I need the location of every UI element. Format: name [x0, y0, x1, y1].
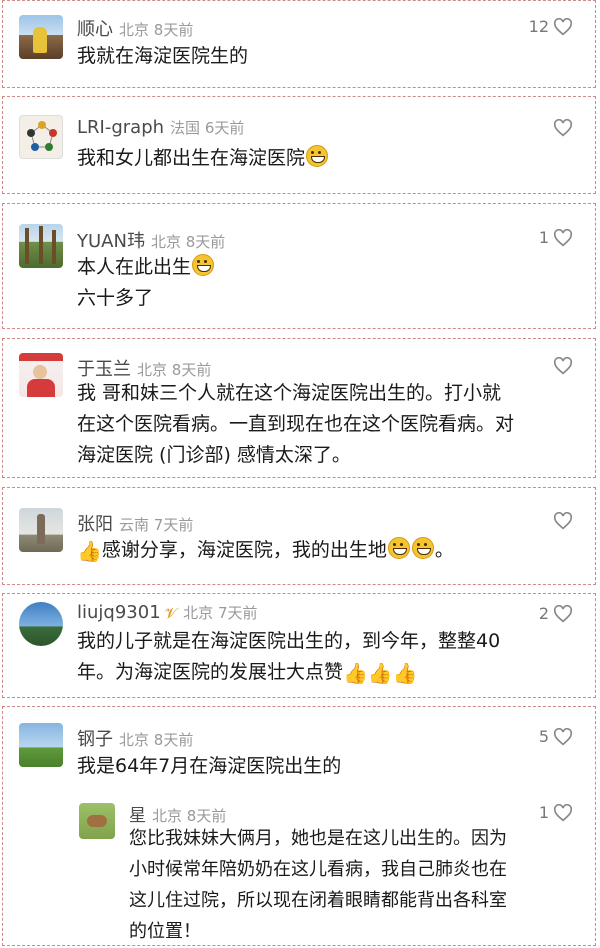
grin-emoji-icon [306, 145, 329, 167]
graph-logo-icon [27, 121, 57, 151]
location-time: 云南 7天前 [119, 516, 194, 534]
comment-card: 张阳 云南 7天前 👍感谢分享，海淀医院，我的出生地。 [2, 487, 596, 585]
location-time: 北京 8天前 [150, 233, 226, 251]
grin-emoji-icon [411, 537, 434, 559]
comment-card: 于玉兰 北京 8天前 我 哥和妹三个人就在这个海淀医院出生的。打小就 在这个医院看… [2, 338, 596, 478]
heart-icon [553, 17, 573, 35]
heart-icon [553, 803, 573, 821]
location-time: 北京 8天前 [119, 21, 194, 39]
comment-card: LRI-graph 法国 6天前 我和女儿都出生在海淀医院 [2, 96, 596, 194]
like-count: 2 [538, 604, 549, 623]
comment-card: liujq9301 𝓥 北京 7天前 2 我的儿子就是在海淀医院出生的，到今年，整整… [2, 593, 596, 698]
commenter-name[interactable]: YUAN玮 北京 8天前 [77, 227, 225, 253]
location-time: 北京 8天前 [119, 731, 194, 749]
commenter-name[interactable]: LRI-graph 法国 6天前 [77, 117, 244, 138]
grin-emoji-icon [387, 537, 410, 559]
reply-avatar[interactable] [79, 803, 115, 839]
avatar[interactable] [19, 115, 63, 159]
like-button[interactable]: 1 [539, 228, 573, 247]
avatar[interactable] [19, 508, 63, 552]
like-button[interactable]: 2 [539, 604, 573, 623]
heart-icon [553, 119, 573, 137]
thumbs-up-icon: 👍 [77, 539, 102, 563]
commenter-name[interactable]: liujq9301 𝓥 北京 7天前 [77, 602, 258, 623]
like-count: 5 [538, 727, 549, 746]
commenter-name[interactable]: 顺心 北京 8天前 [77, 15, 193, 41]
comment-text: 我是64年7月在海淀医院出生的 [77, 755, 342, 777]
thumbs-up-icon: 👍 [392, 661, 418, 685]
avatar[interactable] [19, 353, 63, 397]
heart-icon [553, 512, 573, 530]
heart-icon [553, 727, 573, 745]
comment-text: 👍感谢分享，海淀医院，我的出生地。 [77, 535, 565, 567]
comment-text: 我就在海淀医院生的 [77, 45, 249, 67]
avatar[interactable] [19, 602, 63, 646]
heart-icon [553, 604, 573, 622]
location-time: 法国 6天前 [170, 119, 245, 137]
comment-card: 钢子 北京 8天前 5 我是64年7月在海淀医院出生的 星北京 8天前 1 您比我… [2, 706, 596, 946]
like-button[interactable] [553, 119, 573, 137]
like-button[interactable]: 5 [539, 727, 573, 746]
reply-text: 您比我妹妹大俩月，她也是在这儿出生的。因为 小时候常年陪奶奶在这儿看病，我自己肺… [129, 828, 507, 942]
comment-text: 我的儿子就是在海淀医院出生的，到今年，整整40 年。为海淀医院的发展壮大点赞👍👍… [77, 626, 565, 689]
reply-like-button[interactable]: 1 [539, 803, 573, 822]
comment-card: 顺心 北京 8天前 12 我就在海淀医院生的 [2, 0, 596, 88]
like-button[interactable] [553, 512, 573, 530]
thumbs-up-icon: 👍 [367, 661, 393, 685]
commenter-name[interactable]: 钢子 北京 8天前 [77, 725, 193, 751]
like-button[interactable] [553, 357, 573, 375]
avatar[interactable] [19, 723, 63, 767]
heart-icon [553, 228, 573, 246]
heart-icon [553, 357, 573, 375]
like-count: 1 [538, 228, 549, 247]
location-time: 北京 8天前 [137, 361, 212, 379]
badge-icon: 𝓥 [164, 604, 178, 622]
commenter-name[interactable]: 张阳 云南 7天前 [77, 510, 193, 536]
comment-text: 本人在此出生 六十多了 [77, 252, 565, 314]
avatar[interactable] [19, 15, 63, 59]
comment-text: 我 哥和妹三个人就在这个海淀医院出生的。打小就 在这个医院看病。一直到现在也在这… [77, 382, 515, 466]
avatar[interactable] [19, 224, 63, 268]
like-count: 12 [528, 17, 549, 36]
location-time: 北京 7天前 [183, 604, 258, 622]
like-button[interactable]: 12 [529, 17, 573, 36]
reply-like-count: 1 [538, 803, 549, 822]
comment-card: YUAN玮 北京 8天前 1 本人在此出生 六十多了 [2, 203, 596, 329]
comment-text: 我和女儿都出生在海淀医院 [77, 143, 565, 174]
grin-emoji-icon [192, 254, 215, 276]
thumbs-up-icon: 👍 [343, 661, 368, 685]
